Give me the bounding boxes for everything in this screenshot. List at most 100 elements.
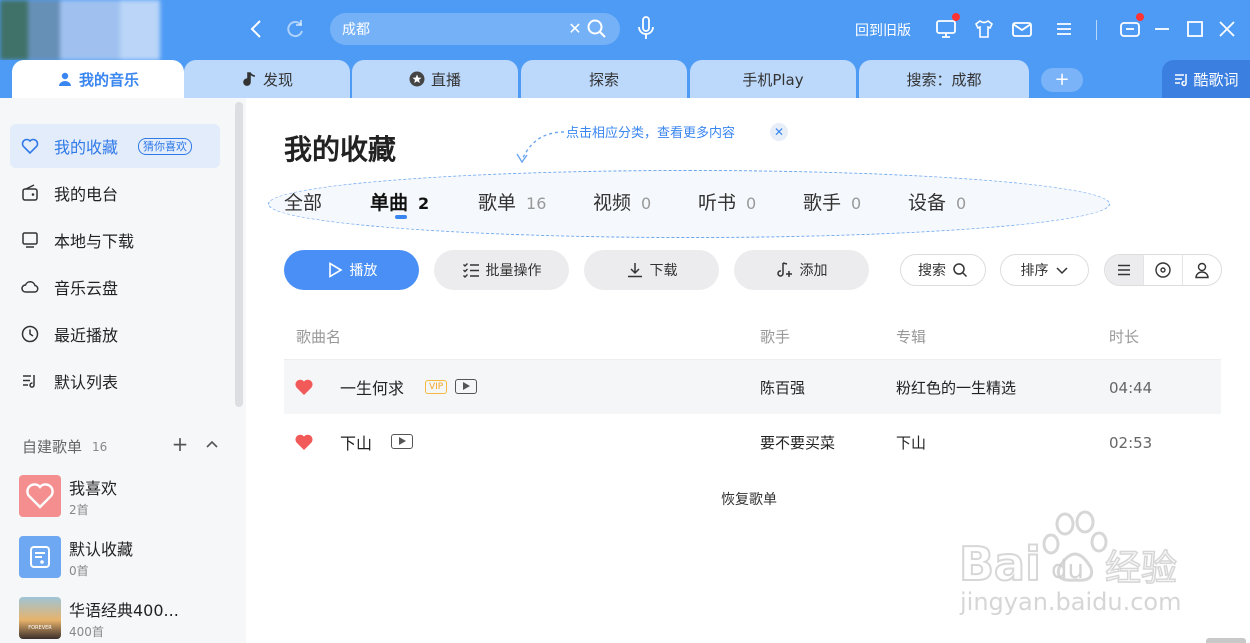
resize-grip[interactable] [1206, 638, 1246, 643]
minimize-icon[interactable] [1150, 17, 1174, 41]
sidebar-item-cloud[interactable]: 音乐云盘 [10, 265, 220, 309]
sidebar-item-label: 我的收藏 [54, 138, 119, 157]
tab-label: 直播 [430, 70, 461, 89]
play-icon [328, 262, 343, 278]
mail-icon[interactable] [1010, 17, 1034, 41]
mv-icon[interactable] [455, 379, 477, 394]
column-header-artist[interactable]: 歌手 [760, 326, 790, 347]
song-artist[interactable]: 要不要买菜 [760, 432, 835, 453]
category-all[interactable]: 全部 [284, 188, 322, 215]
sidebar-item-local-download[interactable]: 本地与下载 [10, 218, 220, 262]
add-playlist-button[interactable]: + [170, 434, 190, 454]
song-duration: 02:53 [1109, 434, 1153, 452]
maximize-icon[interactable] [1183, 17, 1207, 41]
star-circle-icon [409, 71, 425, 87]
tab-mobile-play[interactable]: 手机Play [690, 60, 856, 98]
old-version-link[interactable]: 回到旧版 [855, 20, 911, 40]
category-count: 0 [956, 194, 967, 213]
playlist-item[interactable]: 我喜欢 2首 [19, 475, 229, 519]
guess-you-like-badge[interactable]: 猜你喜欢 [138, 137, 193, 155]
liked-heart-icon[interactable] [294, 433, 314, 451]
close-hint-button[interactable]: ✕ [770, 123, 788, 141]
sidebar-item-default-list[interactable]: 默认列表 [10, 359, 220, 403]
table-row[interactable]: 下山 要不要买菜 下山 02:53 [284, 415, 1221, 469]
download-button[interactable]: 下载 [584, 250, 719, 290]
sidebar-item-radio[interactable]: 我的电台 [10, 171, 220, 215]
sidebar-item-recent[interactable]: 最近播放 [10, 312, 220, 356]
sort-dropdown[interactable]: 排序 [1000, 254, 1089, 286]
close-icon[interactable] [1215, 17, 1239, 41]
tab-explore[interactable]: 探索 [521, 60, 687, 98]
category-songs[interactable]: 单曲 2 [370, 188, 429, 215]
refresh-button[interactable] [282, 16, 308, 42]
tab-live[interactable]: 直播 [352, 60, 518, 98]
mv-icon[interactable] [391, 434, 413, 449]
clear-search-icon[interactable]: ✕ [564, 17, 586, 41]
tab-label: 手机Play [742, 70, 804, 89]
sidebar-item-favorites[interactable]: 我的收藏 猜你喜欢 [10, 124, 220, 168]
batch-operation-button[interactable]: 批量操作 [434, 250, 569, 290]
chevron-left-icon [250, 20, 261, 38]
column-header-album[interactable]: 专辑 [896, 326, 926, 347]
search-icon[interactable] [586, 18, 608, 40]
lyrics-icon [1175, 74, 1188, 87]
list-view-button[interactable] [1105, 255, 1144, 285]
sidebar-item-label: 我的电台 [54, 185, 119, 204]
song-title[interactable]: 一生何求 [340, 375, 404, 399]
table-row[interactable]: 一生何求 VIP 陈百强 粉红色的一生精选 04:44 [284, 360, 1221, 414]
category-videos[interactable]: 视频 0 [593, 188, 651, 215]
svg-text:Bai: Bai [959, 537, 1041, 591]
playlist-cover [19, 536, 61, 578]
tab-discover[interactable]: 发现 [184, 60, 350, 98]
category-audiobooks[interactable]: 听书 0 [698, 188, 756, 215]
collapse-playlists-button[interactable] [202, 434, 222, 454]
column-header-duration[interactable]: 时长 [1109, 326, 1139, 347]
add-tab-button[interactable]: + [1041, 68, 1083, 92]
playlist-item[interactable]: 默认收藏 0首 [19, 536, 229, 580]
search-label: 搜索 [918, 263, 946, 279]
song-artist[interactable]: 陈百强 [760, 377, 805, 398]
sidebar-scrollbar[interactable] [235, 102, 243, 407]
radio-icon [22, 184, 38, 201]
restore-playlist-link[interactable]: 恢复歌单 [721, 489, 777, 509]
title-bar: ✕ 回到旧版 [0, 0, 1250, 60]
plus-icon: + [1054, 69, 1070, 90]
voice-search-icon[interactable] [634, 16, 658, 42]
artist-view-button[interactable] [1183, 255, 1221, 285]
song-title[interactable]: 下山 [340, 430, 372, 454]
custom-playlists-title: 自建歌单 [22, 438, 83, 456]
tab-label: 探索 [588, 70, 619, 89]
song-album[interactable]: 粉红色的一生精选 [896, 377, 1016, 398]
add-to-button[interactable]: 添加 [734, 250, 869, 290]
playlist-cover: FOREVER [19, 597, 61, 639]
search-input[interactable] [342, 13, 562, 45]
category-artists[interactable]: 歌手 0 [803, 188, 861, 215]
liked-heart-icon[interactable] [294, 378, 314, 396]
page-title: 我的收藏 [284, 133, 397, 166]
lyrics-tab[interactable]: 酷歌词 [1162, 60, 1250, 98]
back-button[interactable] [244, 16, 270, 42]
category-devices[interactable]: 设备 0 [908, 188, 966, 215]
album-view-button[interactable] [1144, 255, 1183, 285]
category-count: 0 [746, 194, 757, 213]
refresh-icon [287, 20, 303, 38]
plus-icon: + [171, 432, 189, 456]
tab-search-result[interactable]: 搜索：成都 [859, 60, 1029, 98]
search-icon [953, 263, 968, 278]
note-list-icon [30, 546, 50, 568]
search-in-list-button[interactable]: 搜索 [900, 254, 986, 286]
playlist-name: 默认收藏 [69, 540, 134, 559]
notification-dot [1136, 13, 1144, 21]
menu-icon[interactable] [1052, 17, 1076, 41]
playlist-item[interactable]: FOREVER 华语经典400... 400首 [19, 597, 229, 641]
play-all-button[interactable]: 播放 [284, 250, 419, 290]
category-label: 歌手 [803, 192, 842, 214]
skin-icon[interactable] [972, 17, 996, 41]
tab-label: 搜索：成都 [906, 70, 982, 89]
user-icon [58, 72, 71, 86]
category-playlists[interactable]: 歌单 16 [478, 188, 546, 215]
custom-playlists-header: 自建歌单 16 [22, 436, 107, 457]
tab-my-music[interactable]: 我的音乐 [12, 60, 184, 98]
column-header-song[interactable]: 歌曲名 [296, 326, 341, 347]
song-album[interactable]: 下山 [896, 432, 926, 453]
